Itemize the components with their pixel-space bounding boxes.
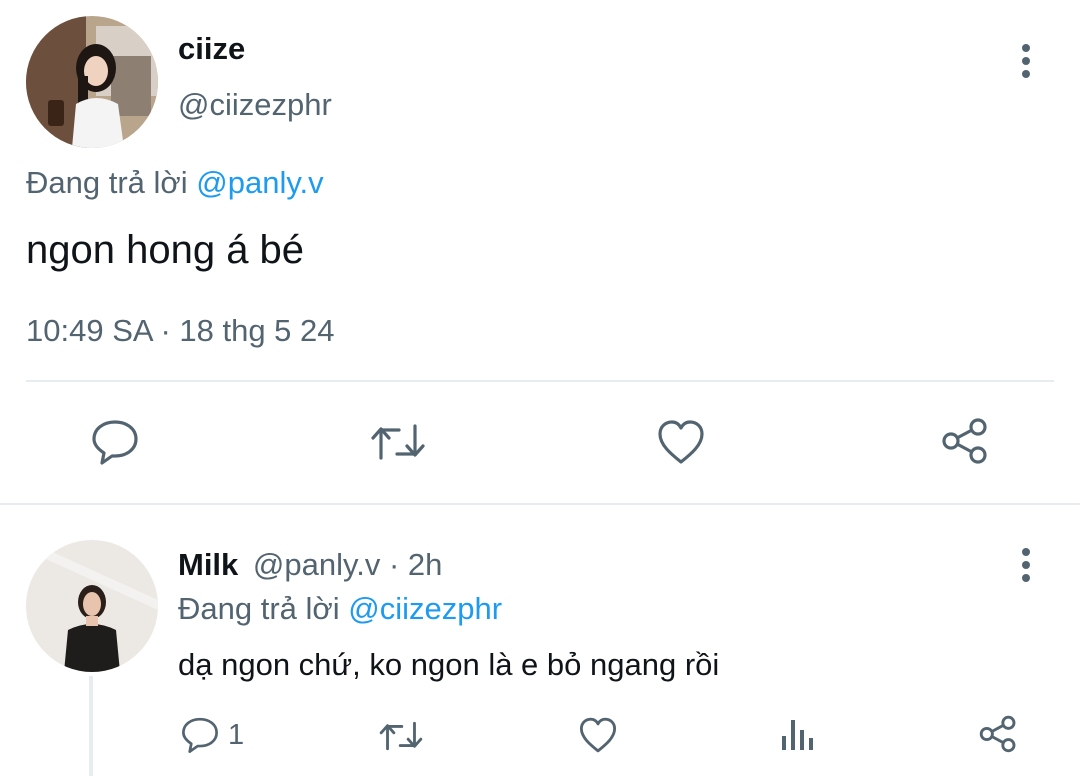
reply-avatar[interactable] <box>26 540 158 672</box>
like-icon[interactable] <box>656 418 706 466</box>
replying-to-link[interactable]: @ciizezphr <box>348 591 502 626</box>
reply-replying-to-line: Đang trả lời @ciizezphr <box>178 590 502 628</box>
replying-to-line: Đang trả lời @panly.v <box>26 164 324 202</box>
reply-count: 1 <box>228 719 245 751</box>
replying-to-link[interactable]: @panly.v <box>196 165 323 200</box>
reply-author-name[interactable]: Milk <box>178 547 238 582</box>
tweet-text: ngon hong á bé <box>26 228 305 272</box>
avatar-photo <box>26 16 158 148</box>
more-options-icon[interactable] <box>1012 546 1040 584</box>
avatar[interactable] <box>26 16 158 148</box>
divider <box>26 380 1054 382</box>
reply-icon[interactable] <box>180 716 220 754</box>
retweet-icon[interactable] <box>378 718 424 754</box>
reply-time[interactable]: · 2h <box>389 547 442 582</box>
reply-icon[interactable] <box>90 418 140 466</box>
share-icon[interactable] <box>978 714 1018 754</box>
replying-prefix: Đang trả lời <box>178 591 340 626</box>
reply-text: dạ ngon chứ, ko ngon là e bỏ ngang rồi <box>178 647 720 682</box>
reply-header: Milk @panly.v · 2h <box>178 546 442 584</box>
like-icon[interactable] <box>578 716 618 754</box>
tweet-timestamp[interactable]: 10:49 SA · 18 thg 5 24 <box>26 312 335 350</box>
section-divider <box>0 503 1080 505</box>
analytics-icon[interactable] <box>780 716 814 752</box>
replying-prefix: Đang trả lời <box>26 165 188 200</box>
author-handle[interactable]: @ciizezphr <box>178 86 332 124</box>
thread-line <box>89 676 93 776</box>
avatar-photo <box>26 540 158 672</box>
retweet-icon[interactable] <box>369 420 427 464</box>
author-name[interactable]: ciize <box>178 30 245 68</box>
share-icon[interactable] <box>940 416 990 466</box>
more-options-icon[interactable] <box>1012 42 1040 80</box>
reply-author-handle[interactable]: @panly.v <box>253 547 380 582</box>
